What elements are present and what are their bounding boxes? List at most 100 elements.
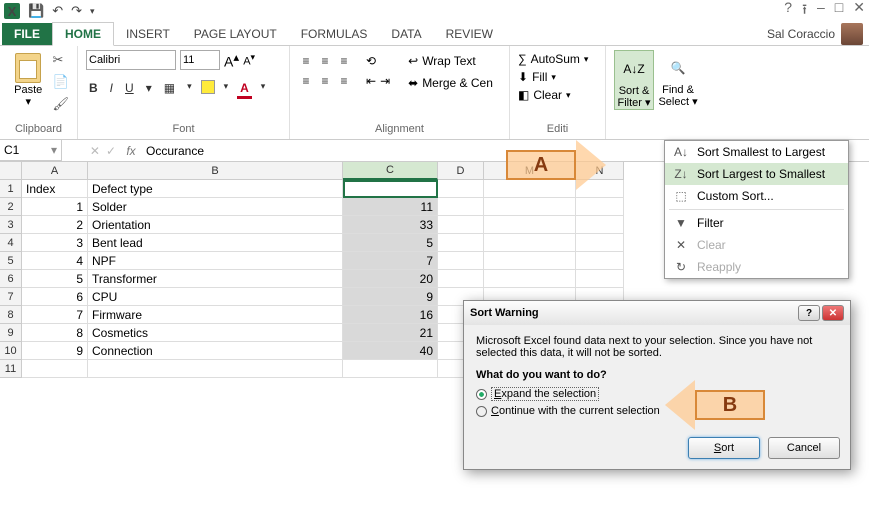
decrease-indent-icon[interactable]: ⇤ xyxy=(366,74,376,88)
column-header[interactable]: A xyxy=(22,162,88,180)
dialog-help-icon[interactable]: ? xyxy=(798,305,820,321)
row-header[interactable]: 1 xyxy=(0,180,22,198)
autosum-button[interactable]: ∑AutoSum ▾ xyxy=(518,52,588,66)
row-header[interactable]: 6 xyxy=(0,270,22,288)
cell[interactable] xyxy=(484,198,576,216)
tab-insert[interactable]: INSERT xyxy=(114,23,182,45)
user-avatar[interactable] xyxy=(841,23,863,45)
format-painter-icon[interactable]: 🖌 xyxy=(52,96,69,112)
cell[interactable] xyxy=(438,216,484,234)
cell[interactable] xyxy=(576,234,624,252)
row-header[interactable]: 7 xyxy=(0,288,22,306)
tab-data[interactable]: DATA xyxy=(379,23,433,45)
paste-button[interactable]: Paste▾ xyxy=(8,50,48,108)
cell[interactable]: 3 xyxy=(22,234,88,252)
cell[interactable] xyxy=(484,216,576,234)
qat-dropdown-icon[interactable]: ▾ xyxy=(90,6,95,17)
clear-button[interactable]: ◧Clear ▾ xyxy=(518,88,571,102)
cell[interactable]: 8 xyxy=(22,324,88,342)
cell[interactable]: Index xyxy=(22,180,88,198)
sort-filter-button[interactable]: A↓Z Sort &Filter ▾ xyxy=(614,50,654,110)
grow-font-icon[interactable]: A▴ xyxy=(224,50,239,70)
column-header[interactable]: D xyxy=(438,162,484,180)
cell[interactable] xyxy=(438,270,484,288)
wrap-text-button[interactable]: ↩ Wrap Text xyxy=(408,54,493,68)
cell[interactable]: 5 xyxy=(22,270,88,288)
merge-center-button[interactable]: ⬌ Merge & Cen xyxy=(408,76,493,90)
cancel-button[interactable]: Cancel xyxy=(768,437,840,459)
cell[interactable] xyxy=(343,360,438,378)
cell[interactable]: 9 xyxy=(22,342,88,360)
cell[interactable]: Orientation xyxy=(88,216,343,234)
copy-icon[interactable]: 📄 xyxy=(52,74,69,90)
cell[interactable]: Firmware xyxy=(88,306,343,324)
fill-button[interactable]: ⬇Fill ▾ xyxy=(518,70,556,84)
orientation-icon[interactable]: ⟲ xyxy=(366,54,390,68)
cell[interactable]: 1 xyxy=(22,198,88,216)
cell[interactable]: 21 xyxy=(343,324,438,342)
cell[interactable]: Bent lead xyxy=(88,234,343,252)
font-color-icon[interactable]: A xyxy=(237,80,252,99)
name-box[interactable]: C1▾ xyxy=(0,140,62,161)
cell[interactable] xyxy=(484,234,576,252)
close-icon[interactable]: ✕ xyxy=(853,0,865,23)
cell[interactable] xyxy=(438,234,484,252)
increase-indent-icon[interactable]: ⇥ xyxy=(380,74,390,88)
fx-icon[interactable]: fx xyxy=(122,144,140,158)
minimize-icon[interactable]: – xyxy=(817,0,825,23)
cell[interactable]: 4 xyxy=(22,252,88,270)
radio-continue-current[interactable]: Continue with the current selection xyxy=(476,405,838,417)
undo-icon[interactable]: ↶ xyxy=(52,3,63,19)
row-header[interactable]: 8 xyxy=(0,306,22,324)
cell[interactable] xyxy=(576,270,624,288)
cell[interactable]: 5 xyxy=(343,234,438,252)
cell[interactable]: Connection xyxy=(88,342,343,360)
tab-page-layout[interactable]: PAGE LAYOUT xyxy=(182,23,289,45)
row-header[interactable]: 9 xyxy=(0,324,22,342)
row-header[interactable]: 2 xyxy=(0,198,22,216)
save-icon[interactable]: 💾 xyxy=(28,3,44,19)
cell[interactable]: 33 xyxy=(343,216,438,234)
bold-button[interactable]: B xyxy=(86,80,101,99)
font-size-select[interactable] xyxy=(180,50,220,70)
row-header[interactable]: 11 xyxy=(0,360,22,378)
row-header[interactable]: 4 xyxy=(0,234,22,252)
ribbon-display-icon[interactable]: ⭱ xyxy=(802,0,807,23)
sort-asc-item[interactable]: A↓Sort Smallest to Largest xyxy=(665,141,848,163)
filter-item[interactable]: ▼Filter xyxy=(665,212,848,234)
cell[interactable]: 20 xyxy=(343,270,438,288)
cell[interactable]: 40 xyxy=(343,342,438,360)
tab-file[interactable]: FILE xyxy=(2,23,52,45)
shrink-font-icon[interactable]: A▾ xyxy=(243,52,255,68)
cell[interactable] xyxy=(576,252,624,270)
cell[interactable]: 16 xyxy=(343,306,438,324)
italic-button[interactable]: I xyxy=(107,80,116,99)
cell[interactable]: 2 xyxy=(22,216,88,234)
cell[interactable] xyxy=(484,252,576,270)
user-name[interactable]: Sal Coraccio xyxy=(767,27,835,41)
cell[interactable]: Solder xyxy=(88,198,343,216)
find-select-button[interactable]: 🔍 Find &Select ▾ xyxy=(658,50,698,108)
sort-button[interactable]: Sort xyxy=(688,437,760,459)
tab-review[interactable]: REVIEW xyxy=(434,23,505,45)
row-header[interactable]: 10 xyxy=(0,342,22,360)
cut-icon[interactable]: ✂ xyxy=(52,52,69,68)
cell[interactable]: 7 xyxy=(343,252,438,270)
vertical-align[interactable]: ≡≡≡ xyxy=(298,54,352,68)
horizontal-align[interactable]: ≡≡≡ xyxy=(298,74,352,88)
select-all-corner[interactable] xyxy=(0,162,22,180)
cell[interactable]: 6 xyxy=(22,288,88,306)
cell[interactable] xyxy=(88,360,343,378)
border-icon[interactable]: ▦ xyxy=(161,80,178,99)
maximize-icon[interactable]: □ xyxy=(835,0,843,23)
sort-desc-item[interactable]: Z↓Sort Largest to Smallest xyxy=(665,163,848,185)
cell[interactable] xyxy=(484,270,576,288)
redo-icon[interactable]: ↷ xyxy=(71,3,82,19)
underline-button[interactable]: U xyxy=(122,80,137,99)
fill-color-icon[interactable] xyxy=(201,80,215,94)
font-name-select[interactable] xyxy=(86,50,176,70)
cell[interactable]: Cosmetics xyxy=(88,324,343,342)
cell[interactable]: Occurance xyxy=(343,180,438,198)
cell[interactable]: 11 xyxy=(343,198,438,216)
cell[interactable]: 7 xyxy=(22,306,88,324)
